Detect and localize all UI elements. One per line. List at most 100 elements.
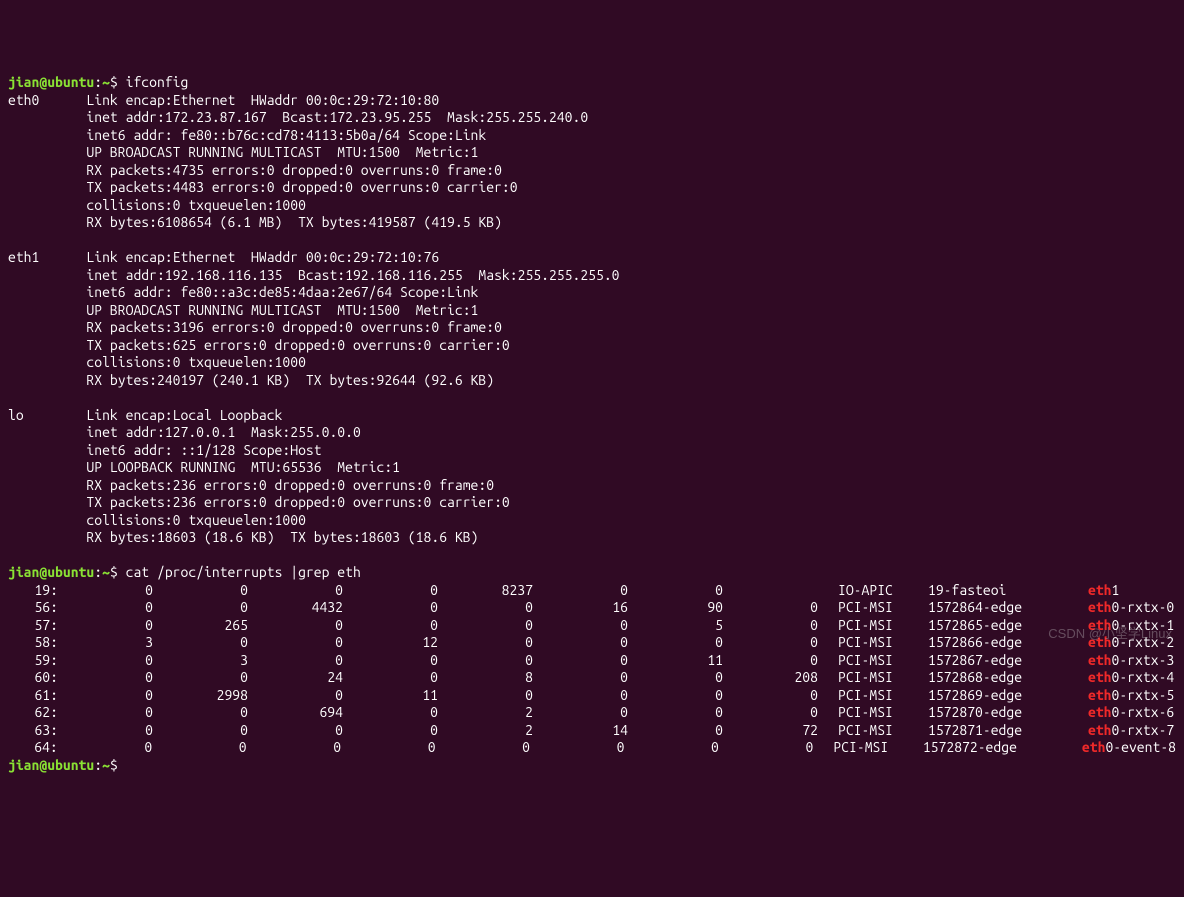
prompt-dollar: $ — [110, 564, 126, 580]
cpu-count: 0 — [58, 739, 152, 757]
irq-type: PCI-MSI — [818, 617, 928, 635]
cpu-count: 5 — [628, 617, 723, 635]
grep-match: eth — [1088, 704, 1112, 720]
interrupt-row: 56:0044320016900PCI-MSI1572864-edgeeth0-… — [8, 599, 1176, 617]
cpu-count: 0 — [723, 634, 818, 652]
irq-number: 60: — [8, 669, 58, 687]
cpu-count: 0 — [58, 722, 153, 740]
cpu-count: 0 — [719, 739, 813, 757]
ifconfig-eth1-line: RX packets:3196 errors:0 dropped:0 overr… — [8, 319, 1176, 337]
cpu-count: 0 — [153, 722, 248, 740]
cpu-count: 0 — [343, 652, 438, 670]
cpu-count: 0 — [533, 687, 628, 705]
interrupt-row: 64:00000000PCI-MSI1572872-edgeeth0-event… — [8, 739, 1176, 757]
cpu-count: 0 — [628, 634, 723, 652]
interrupt-row: 63:0000214072PCI-MSI1572871-edgeeth0-rxt… — [8, 722, 1176, 740]
ifconfig-lo-line: RX bytes:18603 (18.6 KB) TX bytes:18603 … — [8, 529, 1176, 547]
ifconfig-eth0-line: inet addr:172.23.87.167 Bcast:172.23.95.… — [8, 109, 1176, 127]
prompt-dollar: $ — [110, 74, 126, 90]
cpu-count: 24 — [248, 669, 343, 687]
interrupt-row: 60:00240800208PCI-MSI1572868-edgeeth0-rx… — [8, 669, 1176, 687]
cpu-count: 3 — [153, 652, 248, 670]
cpu-count: 0 — [343, 704, 438, 722]
irq-type: PCI-MSI — [818, 704, 928, 722]
prompt-line[interactable]: jian@ubuntu:~$ — [8, 757, 1176, 775]
cpu-count: 0 — [247, 739, 341, 757]
cpu-count: 0 — [58, 599, 153, 617]
irq-edge: 1572865-edge — [928, 617, 1063, 635]
ifconfig-eth0-line: RX bytes:6108654 (6.1 MB) TX bytes:41958… — [8, 214, 1176, 232]
cpu-count: 0 — [438, 617, 533, 635]
ifconfig-eth1-line: UP BROADCAST RUNNING MULTICAST MTU:1500 … — [8, 302, 1176, 320]
cpu-count: 0 — [530, 739, 624, 757]
irq-number: 19: — [8, 582, 58, 600]
cpu-count: 2 — [438, 704, 533, 722]
cpu-count: 0 — [153, 582, 248, 600]
command-ifconfig: ifconfig — [126, 74, 189, 90]
interrupt-row: 58:300120000PCI-MSI1572866-edgeeth0-rxtx… — [8, 634, 1176, 652]
prompt-user: jian@ubuntu — [8, 564, 94, 580]
cpu-count: 0 — [533, 669, 628, 687]
cpu-count: 11 — [628, 652, 723, 670]
prompt-path: ~ — [102, 757, 110, 773]
cpu-count: 0 — [628, 722, 723, 740]
cpu-count: 0 — [58, 617, 153, 635]
cpu-count: 208 — [723, 669, 818, 687]
ifconfig-eth0-line: collisions:0 txqueuelen:1000 — [8, 197, 1176, 215]
cpu-count: 0 — [438, 634, 533, 652]
cpu-count: 0 — [58, 704, 153, 722]
cpu-count: 0 — [533, 634, 628, 652]
prompt-line[interactable]: jian@ubuntu:~$ ifconfig — [8, 74, 1176, 92]
irq-edge: 1572868-edge — [928, 669, 1063, 687]
irq-type: PCI-MSI — [818, 669, 928, 687]
ifconfig-eth0-line: inet6 addr: fe80::b76c:cd78:4113:5b0a/64… — [8, 127, 1176, 145]
irq-device: eth0-rxtx-4 — [1088, 669, 1174, 687]
interrupt-row: 57:0265000050PCI-MSI1572865-edgeeth0-rxt… — [8, 617, 1176, 635]
cpu-count: 0 — [58, 669, 153, 687]
prompt-sep: : — [94, 757, 102, 773]
cpu-count: 0 — [248, 634, 343, 652]
grep-match: eth — [1088, 599, 1112, 615]
cpu-count: 0 — [248, 617, 343, 635]
prompt-sep: : — [94, 564, 102, 580]
irq-device: eth1 — [1088, 582, 1119, 600]
irq-number: 64: — [8, 739, 58, 757]
irq-edge: 1572866-edge — [928, 634, 1063, 652]
cpu-count: 0 — [152, 739, 246, 757]
cpu-count: 0 — [628, 687, 723, 705]
cpu-count: 16 — [533, 599, 628, 617]
irq-edge: 1572869-edge — [928, 687, 1063, 705]
cpu-count: 0 — [343, 599, 438, 617]
ifconfig-eth0-line: TX packets:4483 errors:0 dropped:0 overr… — [8, 179, 1176, 197]
prompt-user: jian@ubuntu — [8, 757, 94, 773]
ifconfig-lo-line: UP LOOPBACK RUNNING MTU:65536 Metric:1 — [8, 459, 1176, 477]
cpu-count: 0 — [58, 582, 153, 600]
cpu-count: 12 — [343, 634, 438, 652]
cpu-count: 4432 — [248, 599, 343, 617]
grep-match: eth — [1082, 739, 1106, 755]
irq-type: PCI-MSI — [818, 687, 928, 705]
cpu-count: 90 — [628, 599, 723, 617]
cpu-count: 0 — [343, 669, 438, 687]
terminal-output[interactable]: jian@ubuntu:~$ ifconfigeth0 Link encap:E… — [8, 74, 1176, 774]
ifconfig-eth1-line: inet6 addr: fe80::a3c:de85:4daa:2e67/64 … — [8, 284, 1176, 302]
prompt-line[interactable]: jian@ubuntu:~$ cat /proc/interrupts |gre… — [8, 564, 1176, 582]
cpu-count: 0 — [723, 599, 818, 617]
irq-edge: 1572870-edge — [928, 704, 1063, 722]
prompt-path: ~ — [102, 564, 110, 580]
grep-match: eth — [1088, 652, 1112, 668]
cpu-count: 0 — [248, 582, 343, 600]
irq-device: eth0-event-8 — [1082, 739, 1176, 757]
prompt-dollar: $ — [110, 757, 126, 773]
cpu-count: 0 — [723, 704, 818, 722]
prompt-user: jian@ubuntu — [8, 74, 94, 90]
cpu-count: 0 — [628, 669, 723, 687]
interrupt-row: 59:030000110PCI-MSI1572867-edgeeth0-rxtx… — [8, 652, 1176, 670]
grep-match: eth — [1088, 722, 1112, 738]
irq-number: 63: — [8, 722, 58, 740]
cpu-count: 0 — [723, 617, 818, 635]
irq-edge: 1572871-edge — [928, 722, 1063, 740]
irq-device: eth0-rxtx-6 — [1088, 704, 1174, 722]
ifconfig-lo-line: inet6 addr: ::1/128 Scope:Host — [8, 442, 1176, 460]
prompt-sep: : — [94, 74, 102, 90]
